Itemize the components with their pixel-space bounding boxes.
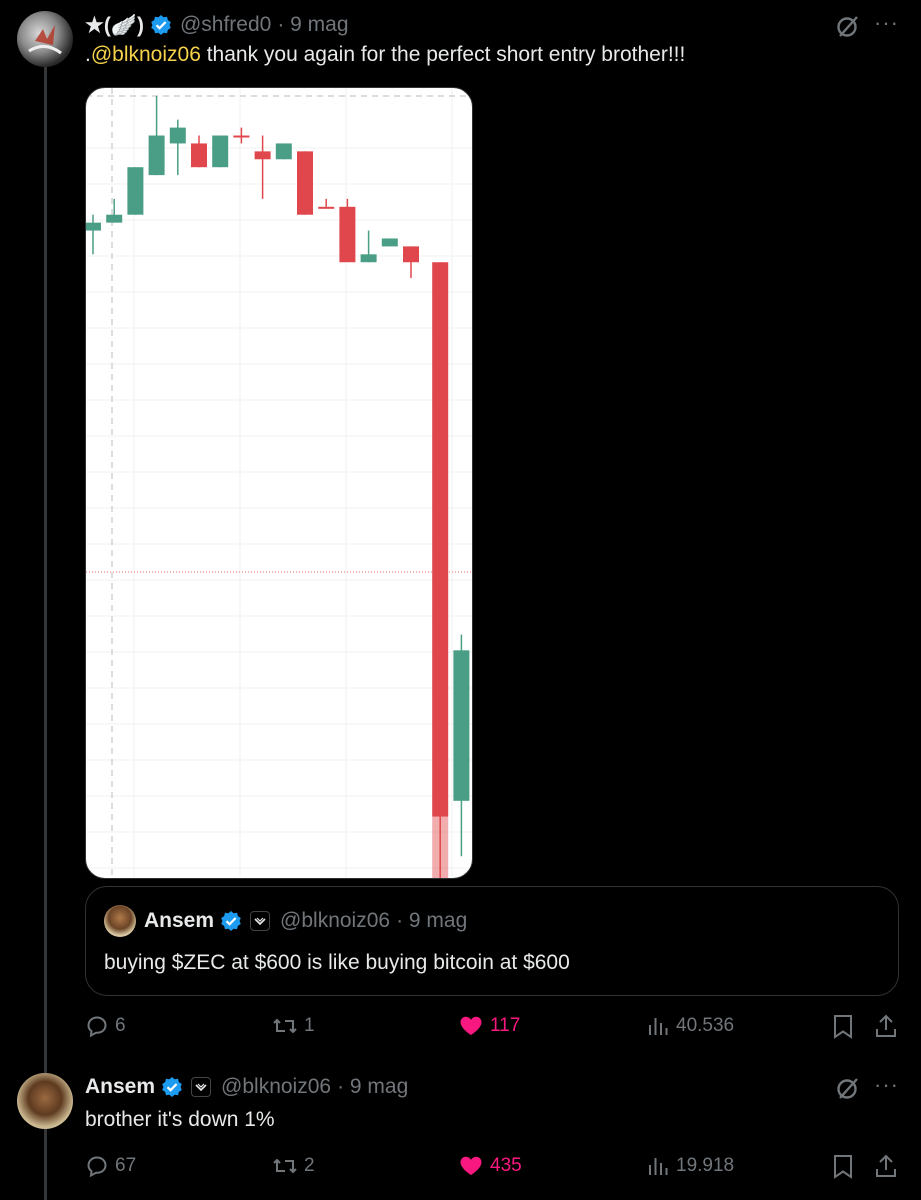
grok-icon[interactable]: [836, 14, 860, 38]
bookmark-icon[interactable]: [832, 1014, 854, 1045]
like-count: 117: [490, 1015, 521, 1036]
view-count: 19.918: [676, 1155, 735, 1176]
views-icon: [649, 1018, 668, 1035]
candle-down: [318, 206, 335, 209]
reply-icon: [87, 1016, 107, 1038]
post-text: .@blknoiz06 thank you again for the perf…: [85, 43, 685, 67]
verified-icon: [150, 14, 172, 36]
mention-link[interactable]: @blknoiz06: [91, 43, 201, 66]
heart-icon: [460, 1016, 482, 1035]
share-icon[interactable]: [874, 1153, 898, 1184]
thread-line: [44, 66, 47, 1200]
avatar[interactable]: [17, 11, 73, 67]
share-icon[interactable]: [874, 1013, 898, 1044]
author-handle[interactable]: @shfred0: [180, 13, 271, 37]
post-header: ★(🪽) @shfred0 · 9 mag: [85, 10, 349, 40]
views-icon: [649, 1158, 668, 1175]
reply-count: 67: [115, 1155, 137, 1176]
candle-down: [432, 262, 449, 817]
reply-button[interactable]: 6: [85, 1014, 126, 1038]
verified-icon: [220, 910, 242, 932]
quoted-tweet[interactable]: Ansem @blknoiz06 · 9 mag buying $ZEC at …: [85, 886, 899, 996]
author-name[interactable]: ★(🪽): [85, 13, 144, 38]
more-options-icon[interactable]: ···: [874, 10, 899, 36]
quote-text: buying $ZEC at $600 is like buying bitco…: [104, 951, 570, 974]
more-options-icon[interactable]: ···: [874, 1072, 899, 1098]
reply-text: brother it's down 1%: [85, 1108, 275, 1131]
like-count: 435: [490, 1155, 522, 1176]
candle-up: [86, 222, 101, 231]
candle-down: [254, 151, 271, 160]
quote-author-handle: @blknoiz06: [280, 909, 391, 932]
chart-grid: [86, 88, 472, 878]
repost-icon: [273, 1018, 297, 1034]
quote-time: · 9 mag: [396, 909, 468, 932]
repost-button[interactable]: 2: [272, 1154, 315, 1178]
candle-up: [453, 650, 470, 801]
reply-avatar[interactable]: [17, 1073, 73, 1129]
candle-down: [191, 143, 207, 168]
candle-up: [169, 127, 186, 144]
bookmark-icon[interactable]: [832, 1154, 854, 1185]
like-button[interactable]: 117: [458, 1014, 520, 1038]
candle-overlay: [432, 816, 449, 878]
grok-icon[interactable]: [836, 1076, 860, 1100]
post-time[interactable]: · 9 mag: [277, 13, 348, 37]
like-button[interactable]: 435: [458, 1154, 522, 1178]
views-button[interactable]: 40.536: [646, 1014, 734, 1038]
heart-icon: [460, 1156, 482, 1175]
quote-avatar[interactable]: [104, 905, 136, 937]
candle-down: [403, 246, 419, 263]
candle-up: [148, 135, 165, 176]
candle-up: [360, 254, 377, 263]
candle-up: [212, 135, 229, 168]
repost-button[interactable]: 1: [272, 1014, 315, 1038]
candle-up: [127, 167, 144, 215]
repost-count: 2: [304, 1155, 315, 1176]
reply-icon: [87, 1156, 107, 1178]
reply-count: 6: [115, 1015, 126, 1036]
repost-count: 1: [304, 1015, 315, 1036]
reply-button[interactable]: 67: [85, 1154, 136, 1178]
reply-author-handle[interactable]: @blknoiz06: [221, 1075, 331, 1099]
candle-up: [106, 214, 123, 223]
post-body: thank you again for the perfect short en…: [200, 43, 686, 66]
views-button[interactable]: 19.918: [646, 1154, 734, 1178]
candle-up: [275, 143, 292, 160]
reply-header: Ansem @blknoiz06 · 9 mag: [85, 1072, 408, 1102]
candle-down: [297, 151, 313, 215]
affiliate-badge-icon: [191, 1077, 212, 1097]
verified-icon: [161, 1076, 183, 1098]
view-count: 40.536: [676, 1015, 735, 1036]
reply-author-name[interactable]: Ansem: [85, 1075, 155, 1099]
repost-icon: [273, 1158, 297, 1174]
candlestick-chart: [86, 88, 472, 878]
candle-up: [381, 238, 398, 247]
reply-time[interactable]: · 9 mag: [337, 1075, 408, 1099]
quote-author-name: Ansem: [144, 909, 215, 932]
chart-image[interactable]: [85, 87, 473, 879]
candles: [86, 95, 470, 878]
affiliate-badge-icon: [250, 911, 271, 931]
candle-down: [233, 135, 250, 138]
quote-header: Ansem @blknoiz06 · 9 mag: [144, 907, 467, 935]
candle-down: [339, 206, 356, 263]
